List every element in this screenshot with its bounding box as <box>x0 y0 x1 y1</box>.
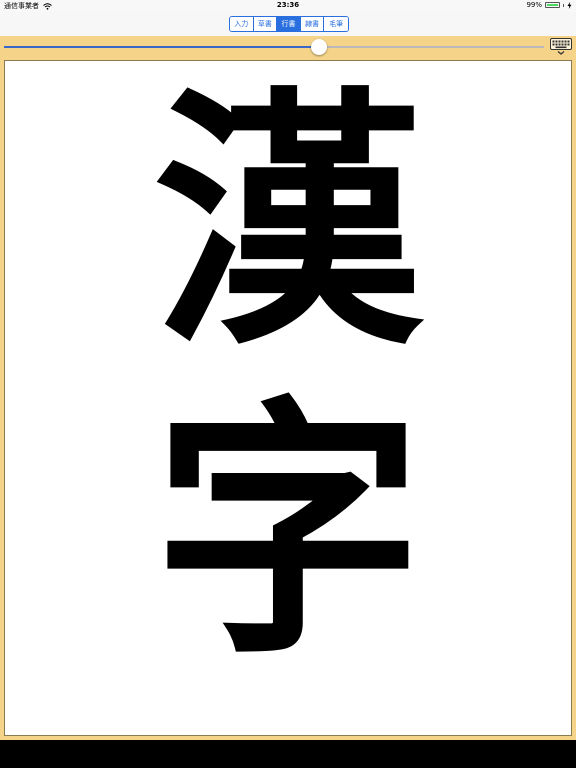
battery-fill <box>547 4 558 6</box>
segment-cursive[interactable]: 草書 <box>253 17 278 31</box>
style-segmented-control: 入力 草書 行書 隷書 毛筆 <box>229 16 349 32</box>
canvas-frame: 漢 字 <box>0 58 576 740</box>
keyboard-icon[interactable] <box>550 38 572 56</box>
slider-thumb[interactable] <box>311 39 327 55</box>
nav-bar: 入力 草書 行書 隷書 毛筆 <box>0 12 576 36</box>
segment-brush[interactable]: 毛筆 <box>324 17 348 31</box>
calligraphy-character: 字 <box>153 372 423 690</box>
calligraphy-canvas[interactable]: 漢 字 <box>4 60 572 736</box>
bottom-bar <box>0 740 576 768</box>
slider-track-empty[interactable] <box>319 46 544 48</box>
chevron-down-icon <box>557 51 565 55</box>
segment-input[interactable]: 入力 <box>230 17 254 31</box>
battery-icon <box>545 2 560 8</box>
slider-track-filled[interactable] <box>4 46 319 48</box>
status-bar: 通信事業者 23:36 99% <box>0 0 576 12</box>
status-time: 23:36 <box>276 1 300 9</box>
segment-semi-cursive[interactable]: 行書 <box>277 17 301 31</box>
battery-percent: 99% <box>526 1 542 9</box>
toolbar <box>0 36 576 58</box>
charging-icon <box>567 1 572 9</box>
calligraphy-character: 漢 <box>153 63 423 381</box>
segment-clerical[interactable]: 隷書 <box>300 17 325 31</box>
battery-tip <box>563 3 564 7</box>
status-right: 99% <box>526 1 572 9</box>
